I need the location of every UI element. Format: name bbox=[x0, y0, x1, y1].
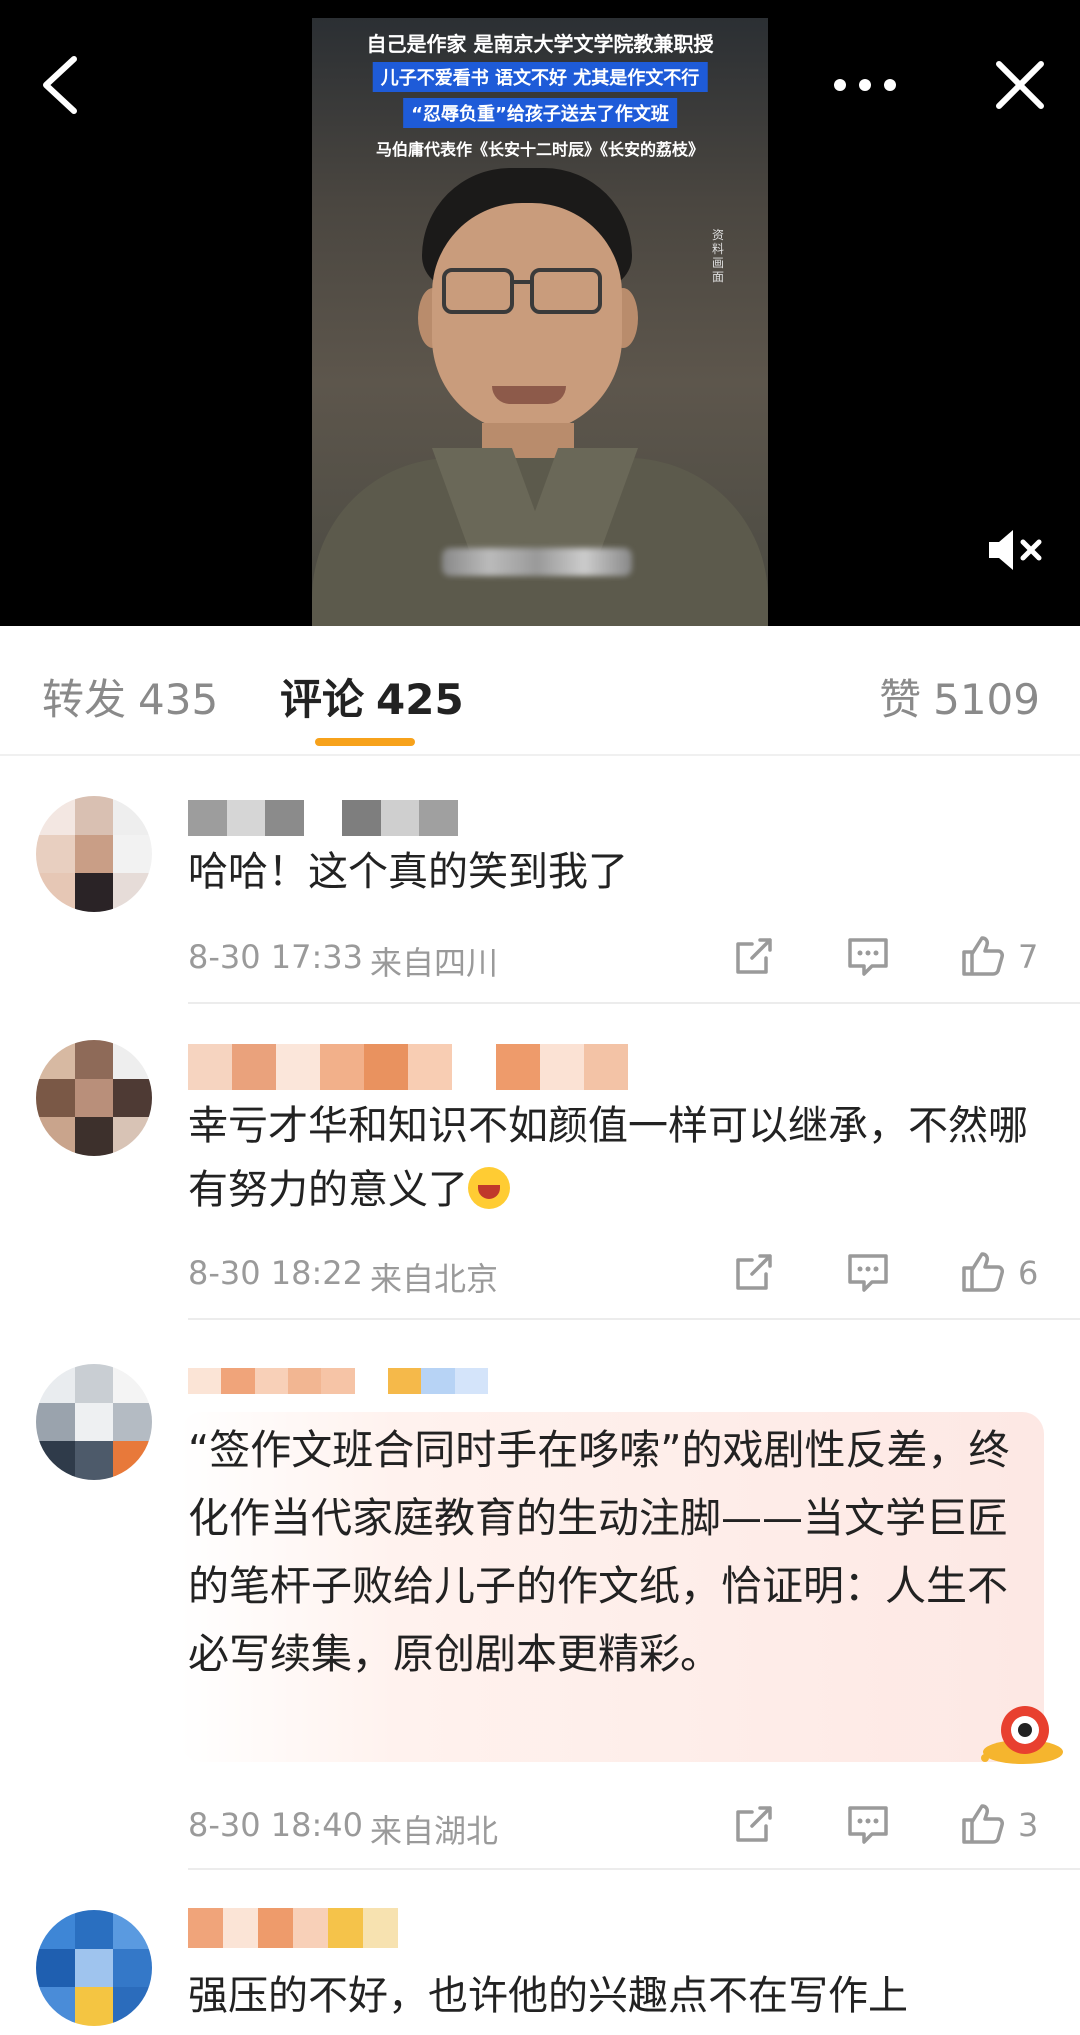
laughing-emoji-icon bbox=[468, 1167, 510, 1209]
avatar[interactable] bbox=[36, 796, 152, 912]
more-button[interactable] bbox=[820, 50, 910, 120]
person-mouth bbox=[492, 386, 566, 404]
thumb-up-icon[interactable] bbox=[958, 1800, 1006, 1848]
tab-label: 评论 bbox=[280, 675, 365, 724]
mascot-sticker-icon bbox=[981, 1706, 1063, 1764]
tab-like[interactable]: 赞 5109 bbox=[879, 666, 1040, 727]
video-player[interactable]: 自己是作家 是南京大学文学院教兼职授 儿子不爱看书 语文不好 尤其是作文不行 “… bbox=[0, 0, 1080, 626]
comment-meta: 8-30 17:33 来自四川 7 bbox=[188, 932, 1058, 982]
back-button[interactable] bbox=[20, 40, 100, 130]
tab-bar: 转发 435 评论 425 赞 5109 bbox=[0, 626, 1080, 756]
like-count: 7 bbox=[1018, 938, 1039, 976]
glasses-lens bbox=[530, 268, 602, 314]
avatar[interactable] bbox=[36, 1364, 152, 1480]
video-caption: 自己是作家 是南京大学文学院教兼职授 bbox=[366, 32, 714, 56]
thumb-up-icon[interactable] bbox=[958, 1248, 1006, 1296]
active-tab-indicator bbox=[315, 738, 415, 746]
comment-location: 来自北京 bbox=[370, 1260, 499, 1298]
comment-meta: 8-30 18:40 来自湖北 3 bbox=[188, 1800, 1058, 1850]
tab-label: 转发 bbox=[42, 675, 127, 724]
close-icon bbox=[996, 61, 1044, 109]
thumb-up-icon[interactable] bbox=[958, 932, 1006, 980]
comment-text: “签作文班合同时手在哆嗦”的戏剧性反差，终化作当代家庭教育的生动注脚——当文学巨… bbox=[188, 1426, 1010, 1678]
divider bbox=[188, 1002, 1080, 1004]
comment-text-body: 幸亏才华和知识不如颜值一样可以继承，不然哪有努力的意义了 bbox=[188, 1103, 1028, 1213]
username-blurred[interactable] bbox=[188, 1368, 488, 1394]
share-icon[interactable] bbox=[730, 1800, 778, 1848]
like-count: 3 bbox=[1018, 1806, 1039, 1844]
like-count: 6 bbox=[1018, 1254, 1039, 1292]
tab-count: 435 bbox=[138, 675, 219, 724]
comment-text: 哈哈！这个真的笑到我了 bbox=[188, 849, 628, 895]
video-caption: 儿子不爱看书 语文不好 尤其是作文不行 bbox=[372, 62, 708, 92]
glasses-bridge bbox=[512, 280, 534, 284]
username-blurred[interactable] bbox=[188, 1908, 398, 1948]
comment-icon[interactable] bbox=[844, 1248, 892, 1296]
glasses-lens bbox=[442, 268, 514, 314]
share-icon[interactable] bbox=[730, 1248, 778, 1296]
video-caption: 马伯庸代表作《长安十二时辰》《长安的荔枝》 bbox=[375, 140, 705, 159]
comment-time: 8-30 18:40 bbox=[188, 1806, 364, 1844]
close-button[interactable] bbox=[975, 40, 1065, 130]
avatar[interactable] bbox=[36, 1040, 152, 1156]
blurred-subtitle bbox=[442, 548, 632, 576]
comment-text: 强压的不好，也许他的兴趣点不在写作上 bbox=[188, 1973, 908, 2019]
comment-location: 来自湖北 bbox=[370, 1812, 499, 1850]
tab-count: 425 bbox=[376, 675, 464, 724]
mute-button[interactable] bbox=[975, 515, 1055, 585]
comment-icon[interactable] bbox=[844, 1800, 892, 1848]
video-caption: “忍辱负重”给孩子送去了作文班 bbox=[403, 98, 677, 128]
video-frame[interactable]: 自己是作家 是南京大学文学院教兼职授 儿子不爱看书 语文不好 尤其是作文不行 “… bbox=[312, 18, 768, 626]
chevron-left-icon bbox=[43, 56, 77, 114]
comment-meta: 8-30 18:22 来自北京 6 bbox=[188, 1248, 1058, 1298]
tab-label: 赞 bbox=[879, 675, 922, 724]
source-label: 资料画面 bbox=[712, 228, 725, 284]
comment-time: 8-30 17:33 bbox=[188, 938, 364, 976]
more-dots-icon bbox=[834, 79, 896, 91]
comment-time: 8-30 18:22 bbox=[188, 1254, 364, 1292]
comment-icon[interactable] bbox=[844, 932, 892, 980]
comment-text: 幸亏才华和知识不如颜值一样可以继承，不然哪有努力的意义了 bbox=[188, 1094, 1048, 1222]
share-icon[interactable] bbox=[730, 932, 778, 980]
avatar[interactable] bbox=[36, 1910, 152, 2026]
tab-count: 5109 bbox=[933, 675, 1040, 724]
username-blurred[interactable] bbox=[188, 800, 459, 836]
tab-comment[interactable]: 评论 425 bbox=[280, 666, 464, 727]
tab-repost[interactable]: 转发 435 bbox=[42, 666, 218, 727]
comment-location: 来自四川 bbox=[370, 944, 499, 982]
username-blurred[interactable] bbox=[188, 1044, 628, 1090]
divider bbox=[188, 1318, 1080, 1320]
mute-icon bbox=[989, 530, 1042, 570]
divider bbox=[188, 1868, 1080, 1870]
